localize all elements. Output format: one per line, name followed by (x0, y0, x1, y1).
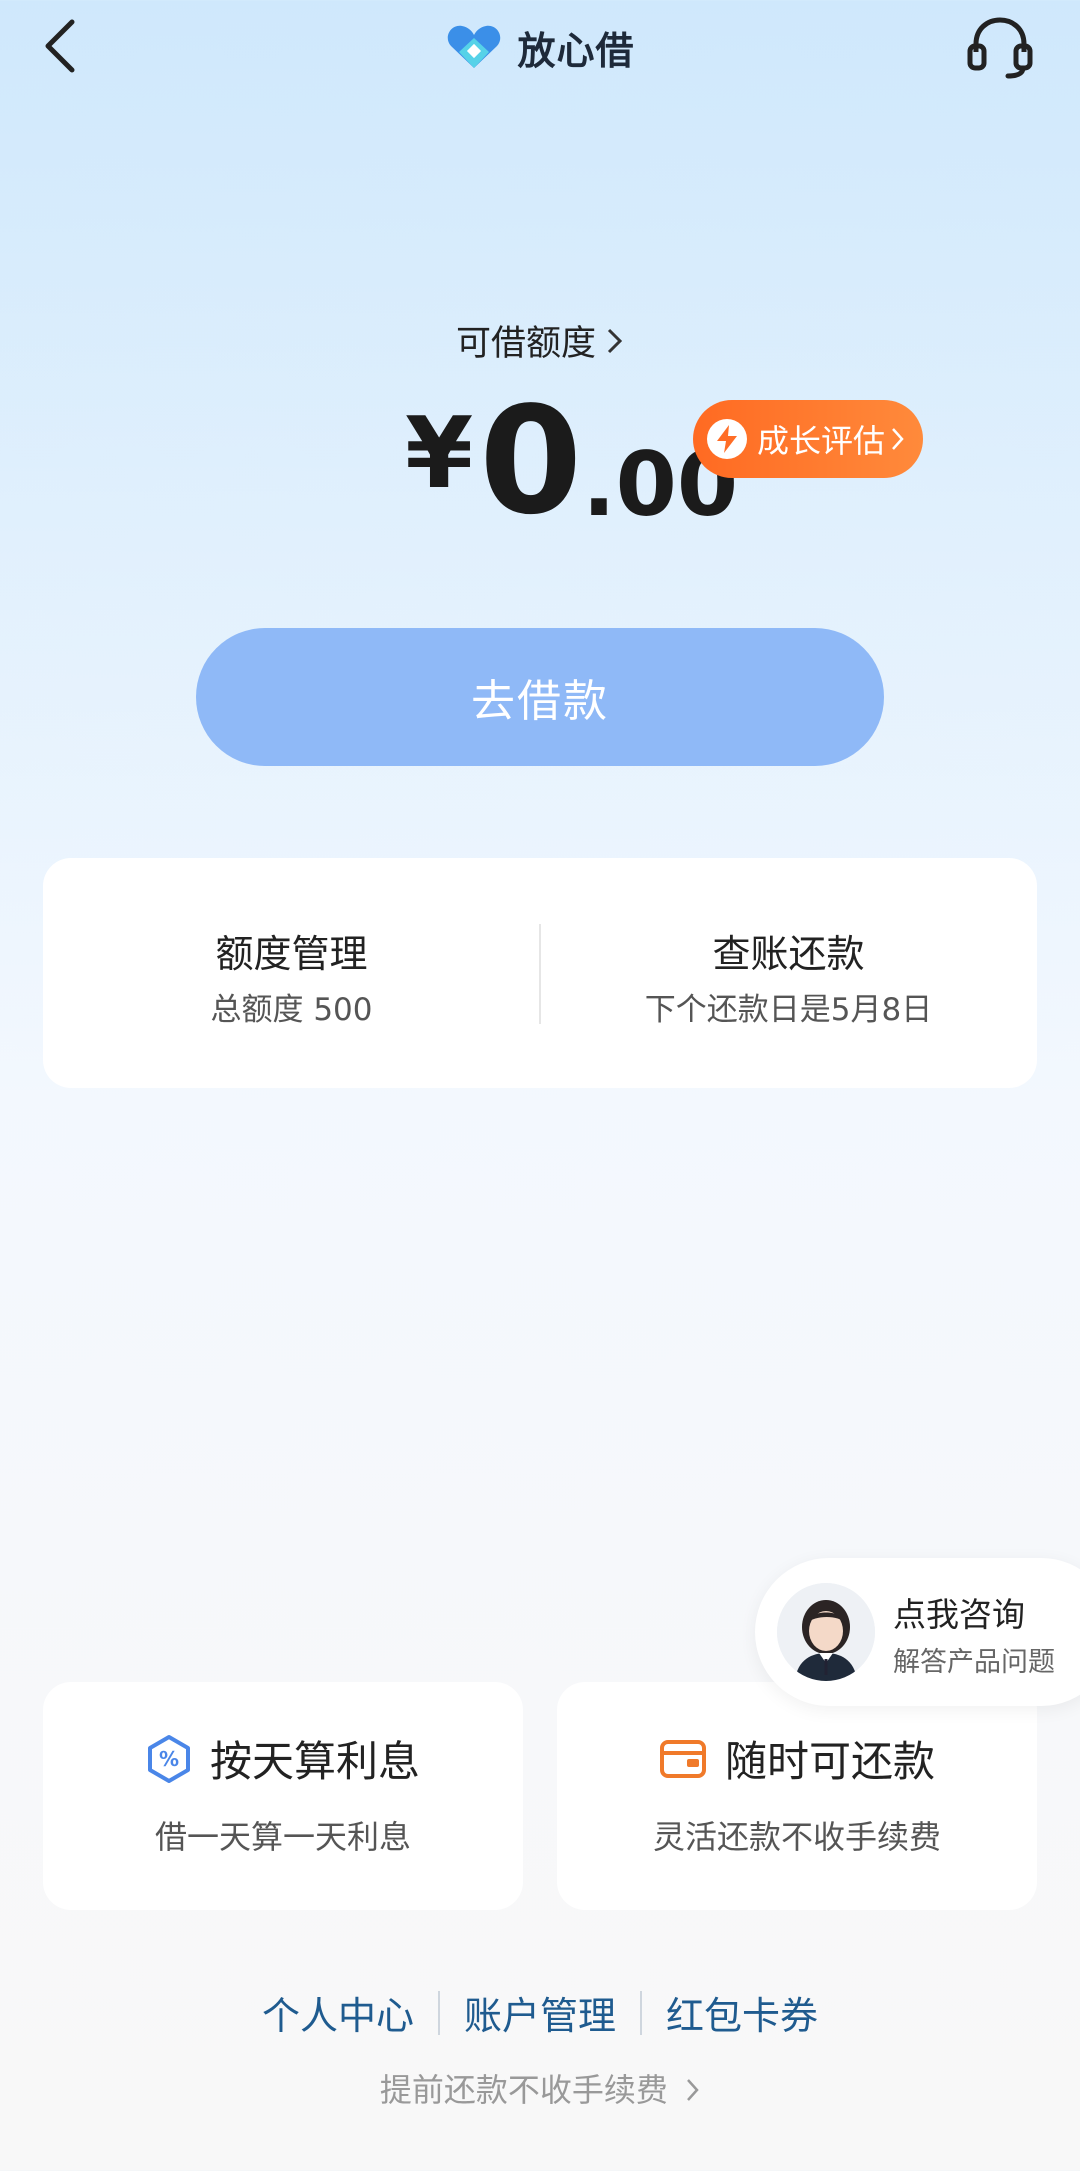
link-account-management[interactable]: 账户管理 (464, 1985, 616, 2040)
borrow-button[interactable]: 去借款 (196, 628, 884, 766)
available-amount: ¥ 0 .00 (405, 385, 738, 535)
consult-title: 点我咨询 (893, 1595, 1025, 1634)
currency-symbol: ¥ (405, 397, 474, 511)
headset-icon (967, 17, 1033, 79)
consult-subtitle: 解答产品问题 (893, 1647, 1055, 1678)
link-coupons[interactable]: 红包卡券 (666, 1985, 818, 2040)
feature-card-daily-interest: % 按天算利息 借一天算一天利息 (43, 1682, 523, 1910)
percent-hexagon-icon: % (147, 1734, 190, 1783)
feature-card-repay-anytime: 随时可还款 灵活还款不收手续费 (557, 1682, 1037, 1910)
divider (640, 1990, 642, 2035)
divider (437, 1990, 440, 2035)
quota-management-title: 额度管理 (215, 932, 368, 976)
chevron-right-icon (891, 426, 905, 452)
agent-avatar (777, 1583, 875, 1681)
account-info-card: 额度管理 总额度 500 查账还款 下个还款日是5月8日 (43, 858, 1037, 1088)
feature-title: 随时可还款 (724, 1737, 935, 1786)
next-repayment-date-text: 下个还款日是5月8日 (644, 992, 933, 1028)
svg-text:%: % (159, 1747, 179, 1771)
total-quota-text: 总额度 500 (210, 992, 373, 1028)
wallet-icon (659, 1739, 706, 1778)
prepayment-info-link[interactable]: 提前还款不收手续费 (0, 2065, 1080, 2111)
available-quota-link[interactable]: 可借额度 (0, 315, 1080, 366)
link-personal-center[interactable]: 个人中心 (262, 1985, 414, 2040)
chevron-right-icon (686, 2073, 700, 2111)
bill-repayment-entry[interactable]: 查账还款 下个还款日是5月8日 (540, 858, 1037, 1088)
chevron-right-icon (606, 325, 624, 365)
bill-repayment-title: 查账还款 (712, 932, 865, 976)
feature-title: 按天算利息 (209, 1737, 420, 1786)
growth-evaluation-label: 成长评估 (757, 422, 886, 460)
customer-service-button[interactable] (962, 14, 1038, 80)
growth-evaluation-button[interactable]: 成长评估 (693, 400, 923, 478)
brand-logo-icon (448, 25, 501, 68)
bottom-links: 个人中心 账户管理 红包卡券 (0, 1985, 1080, 2040)
feature-subtitle: 灵活还款不收手续费 (652, 1818, 941, 1856)
brand-name: 放心借 (517, 28, 635, 73)
amount-integer: 0 (479, 375, 583, 547)
prepayment-text: 提前还款不收手续费 (379, 2071, 668, 2109)
available-quota-label: 可借额度 (455, 324, 596, 364)
app-brand: 放心借 (0, 14, 1080, 80)
feature-subtitle: 借一天算一天利息 (154, 1818, 411, 1856)
lightning-icon (707, 419, 747, 459)
quota-management-entry[interactable]: 额度管理 总额度 500 (43, 858, 540, 1088)
consult-bubble[interactable]: 点我咨询 解答产品问题 (755, 1558, 1080, 1706)
